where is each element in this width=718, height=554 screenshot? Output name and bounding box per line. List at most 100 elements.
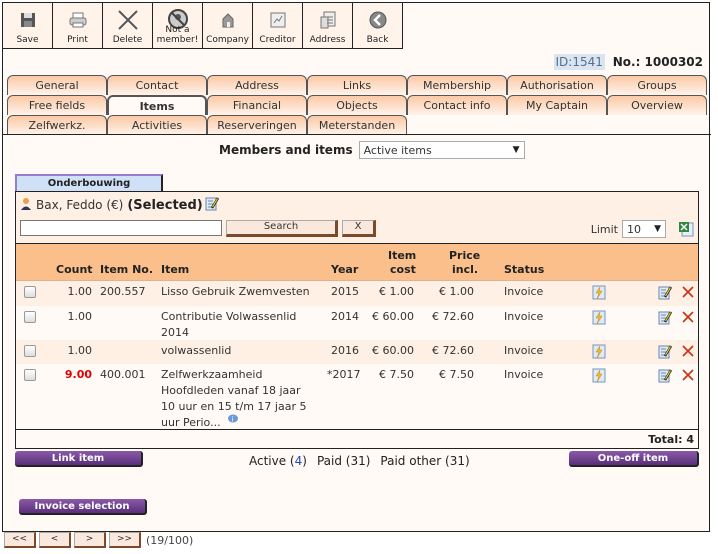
invoice-icon[interactable]: [592, 310, 606, 325]
filter-selected-value: Active items: [363, 143, 432, 157]
tab-address[interactable]: Address: [207, 75, 307, 95]
floppy-disk-icon: [17, 9, 39, 31]
active-count-link[interactable]: Active (4): [249, 454, 307, 468]
row-item-line: 10 uur en 15 t/m 17 jaar 5: [161, 400, 307, 413]
row-price-incl: € 7.50: [439, 368, 474, 381]
row-year: 2015: [331, 285, 359, 298]
clear-search-button[interactable]: X: [342, 220, 376, 237]
one-off-item-button[interactable]: One-off item: [569, 451, 699, 467]
address-card-icon: [317, 9, 339, 31]
delete-icon[interactable]: [682, 369, 696, 384]
tab-reserveringen[interactable]: Reserveringen: [207, 115, 307, 135]
tab-authorisation[interactable]: Authorisation: [507, 75, 607, 95]
row-item: Zelfwerkzaamheid Hoofdleden vanaf 18 jaar…: [161, 367, 321, 431]
address-button[interactable]: Address: [303, 3, 353, 48]
delete-icon[interactable]: [682, 286, 696, 301]
edit-person-icon[interactable]: [205, 196, 219, 214]
tab-row-2: Free fields Items Financial Objects Cont…: [7, 95, 707, 115]
delete-icon[interactable]: [682, 311, 696, 326]
last-page-button[interactable]: >>: [109, 532, 141, 548]
first-page-button[interactable]: <<: [4, 532, 36, 548]
invoice-icon[interactable]: [592, 344, 606, 359]
active-close: ): [302, 454, 307, 468]
row-checkbox[interactable]: [24, 286, 36, 298]
tab-membership[interactable]: Membership: [407, 75, 507, 95]
delete-button[interactable]: Delete: [103, 3, 153, 48]
col-item-cost-1: Item: [388, 249, 417, 262]
edit-icon[interactable]: [658, 310, 673, 325]
next-page-button[interactable]: >: [74, 532, 106, 548]
tab-my-captain[interactable]: My Captain: [507, 95, 607, 115]
subtab-onderbouwing[interactable]: Onderbouwing: [15, 174, 163, 191]
dropdown-arrow-icon: ▼: [654, 224, 661, 234]
save-button[interactable]: Save: [3, 3, 53, 48]
tab-free-fields[interactable]: Free fields: [7, 95, 107, 115]
person-name[interactable]: Bax, Feddo (€): [36, 198, 123, 212]
invoice-icon[interactable]: [592, 368, 606, 383]
back-button[interactable]: Back: [353, 3, 403, 48]
row-status: Invoice: [504, 368, 544, 381]
link-item-button[interactable]: Link item: [15, 451, 143, 467]
row-item-line: Lisso Gebruik Zwemvesten: [161, 285, 310, 298]
limit-label: Limit: [590, 222, 618, 236]
prev-page-button[interactable]: <: [39, 532, 71, 548]
edit-icon[interactable]: [658, 285, 673, 300]
row-year: 2014: [331, 310, 359, 323]
col-item-no[interactable]: Item No.: [100, 263, 153, 277]
row-count: 1.00: [67, 344, 93, 357]
edit-icon[interactable]: [658, 368, 673, 383]
info-icon[interactable]: i: [227, 413, 239, 429]
col-price-incl[interactable]: incl.: [452, 263, 478, 277]
row-item: Contributie Volwassenlid 2014: [161, 309, 321, 341]
paid-other-count-link[interactable]: Paid other (31): [380, 454, 469, 468]
tab-bar: General Contact Address Links Membership…: [7, 75, 707, 135]
limit-control: Limit 10 ▼: [591, 220, 694, 238]
paid-count-link[interactable]: Paid (31): [317, 454, 370, 468]
tab-zelfwerkz[interactable]: Zelfwerkz.: [7, 115, 107, 135]
row-item-cost: € 1.00: [379, 285, 414, 298]
not-a-member-button[interactable]: Not a member!: [153, 3, 203, 48]
col-count[interactable]: Count: [56, 263, 93, 277]
record-id: ID:1541: [553, 54, 605, 70]
company-button[interactable]: Company: [203, 3, 253, 48]
tab-meterstanden[interactable]: Meterstanden: [307, 115, 407, 135]
panel-header: Bax, Feddo (€) (Selected) Search X Limit…: [16, 192, 698, 244]
tab-activities[interactable]: Activities: [107, 115, 207, 135]
svg-text:i: i: [232, 416, 234, 424]
invoice-icon[interactable]: [592, 285, 606, 300]
pager: << < > >> (19/100): [4, 532, 193, 548]
tab-groups[interactable]: Groups: [607, 75, 707, 95]
tab-links[interactable]: Links: [307, 75, 407, 95]
delete-icon[interactable]: [682, 345, 696, 360]
tab-objects[interactable]: Objects: [307, 95, 407, 115]
tab-overview[interactable]: Overview: [607, 95, 707, 115]
row-checkbox[interactable]: [24, 369, 36, 381]
excel-export-icon[interactable]: [678, 221, 694, 237]
filter-select[interactable]: Active items ▼: [358, 141, 525, 159]
building-icon: [217, 9, 239, 31]
total-divider: [16, 429, 698, 430]
table-row: 1.00 200.557 Lisso Gebruik Zwemvesten 2015 €…: [16, 281, 698, 306]
edit-icon[interactable]: [658, 344, 673, 359]
col-status[interactable]: Status: [504, 263, 544, 277]
row-checkbox[interactable]: [24, 345, 36, 357]
row-checkbox[interactable]: [24, 311, 36, 323]
tab-contact[interactable]: Contact: [107, 75, 207, 95]
col-item[interactable]: Item: [161, 263, 189, 277]
invoice-selection-button[interactable]: Invoice selection: [19, 499, 147, 515]
col-item-cost[interactable]: cost: [390, 263, 416, 277]
tab-contact-info[interactable]: Contact info: [407, 95, 507, 115]
col-year[interactable]: Year: [331, 263, 358, 277]
search-button[interactable]: Search: [226, 220, 338, 237]
tab-items[interactable]: Items: [107, 95, 207, 115]
print-button[interactable]: Print: [53, 3, 103, 48]
creditor-button[interactable]: Creditor: [253, 3, 303, 48]
row-price-incl: € 72.60: [432, 344, 474, 357]
tab-financial[interactable]: Financial: [207, 95, 307, 115]
row-year: *2017: [327, 368, 361, 381]
table-header: Count Item No. Item Year Item cost Price…: [16, 244, 698, 281]
limit-select[interactable]: 10 ▼: [622, 220, 666, 238]
row-price-incl: € 1.00: [439, 285, 474, 298]
search-input[interactable]: [20, 220, 222, 236]
tab-general[interactable]: General: [7, 75, 107, 95]
